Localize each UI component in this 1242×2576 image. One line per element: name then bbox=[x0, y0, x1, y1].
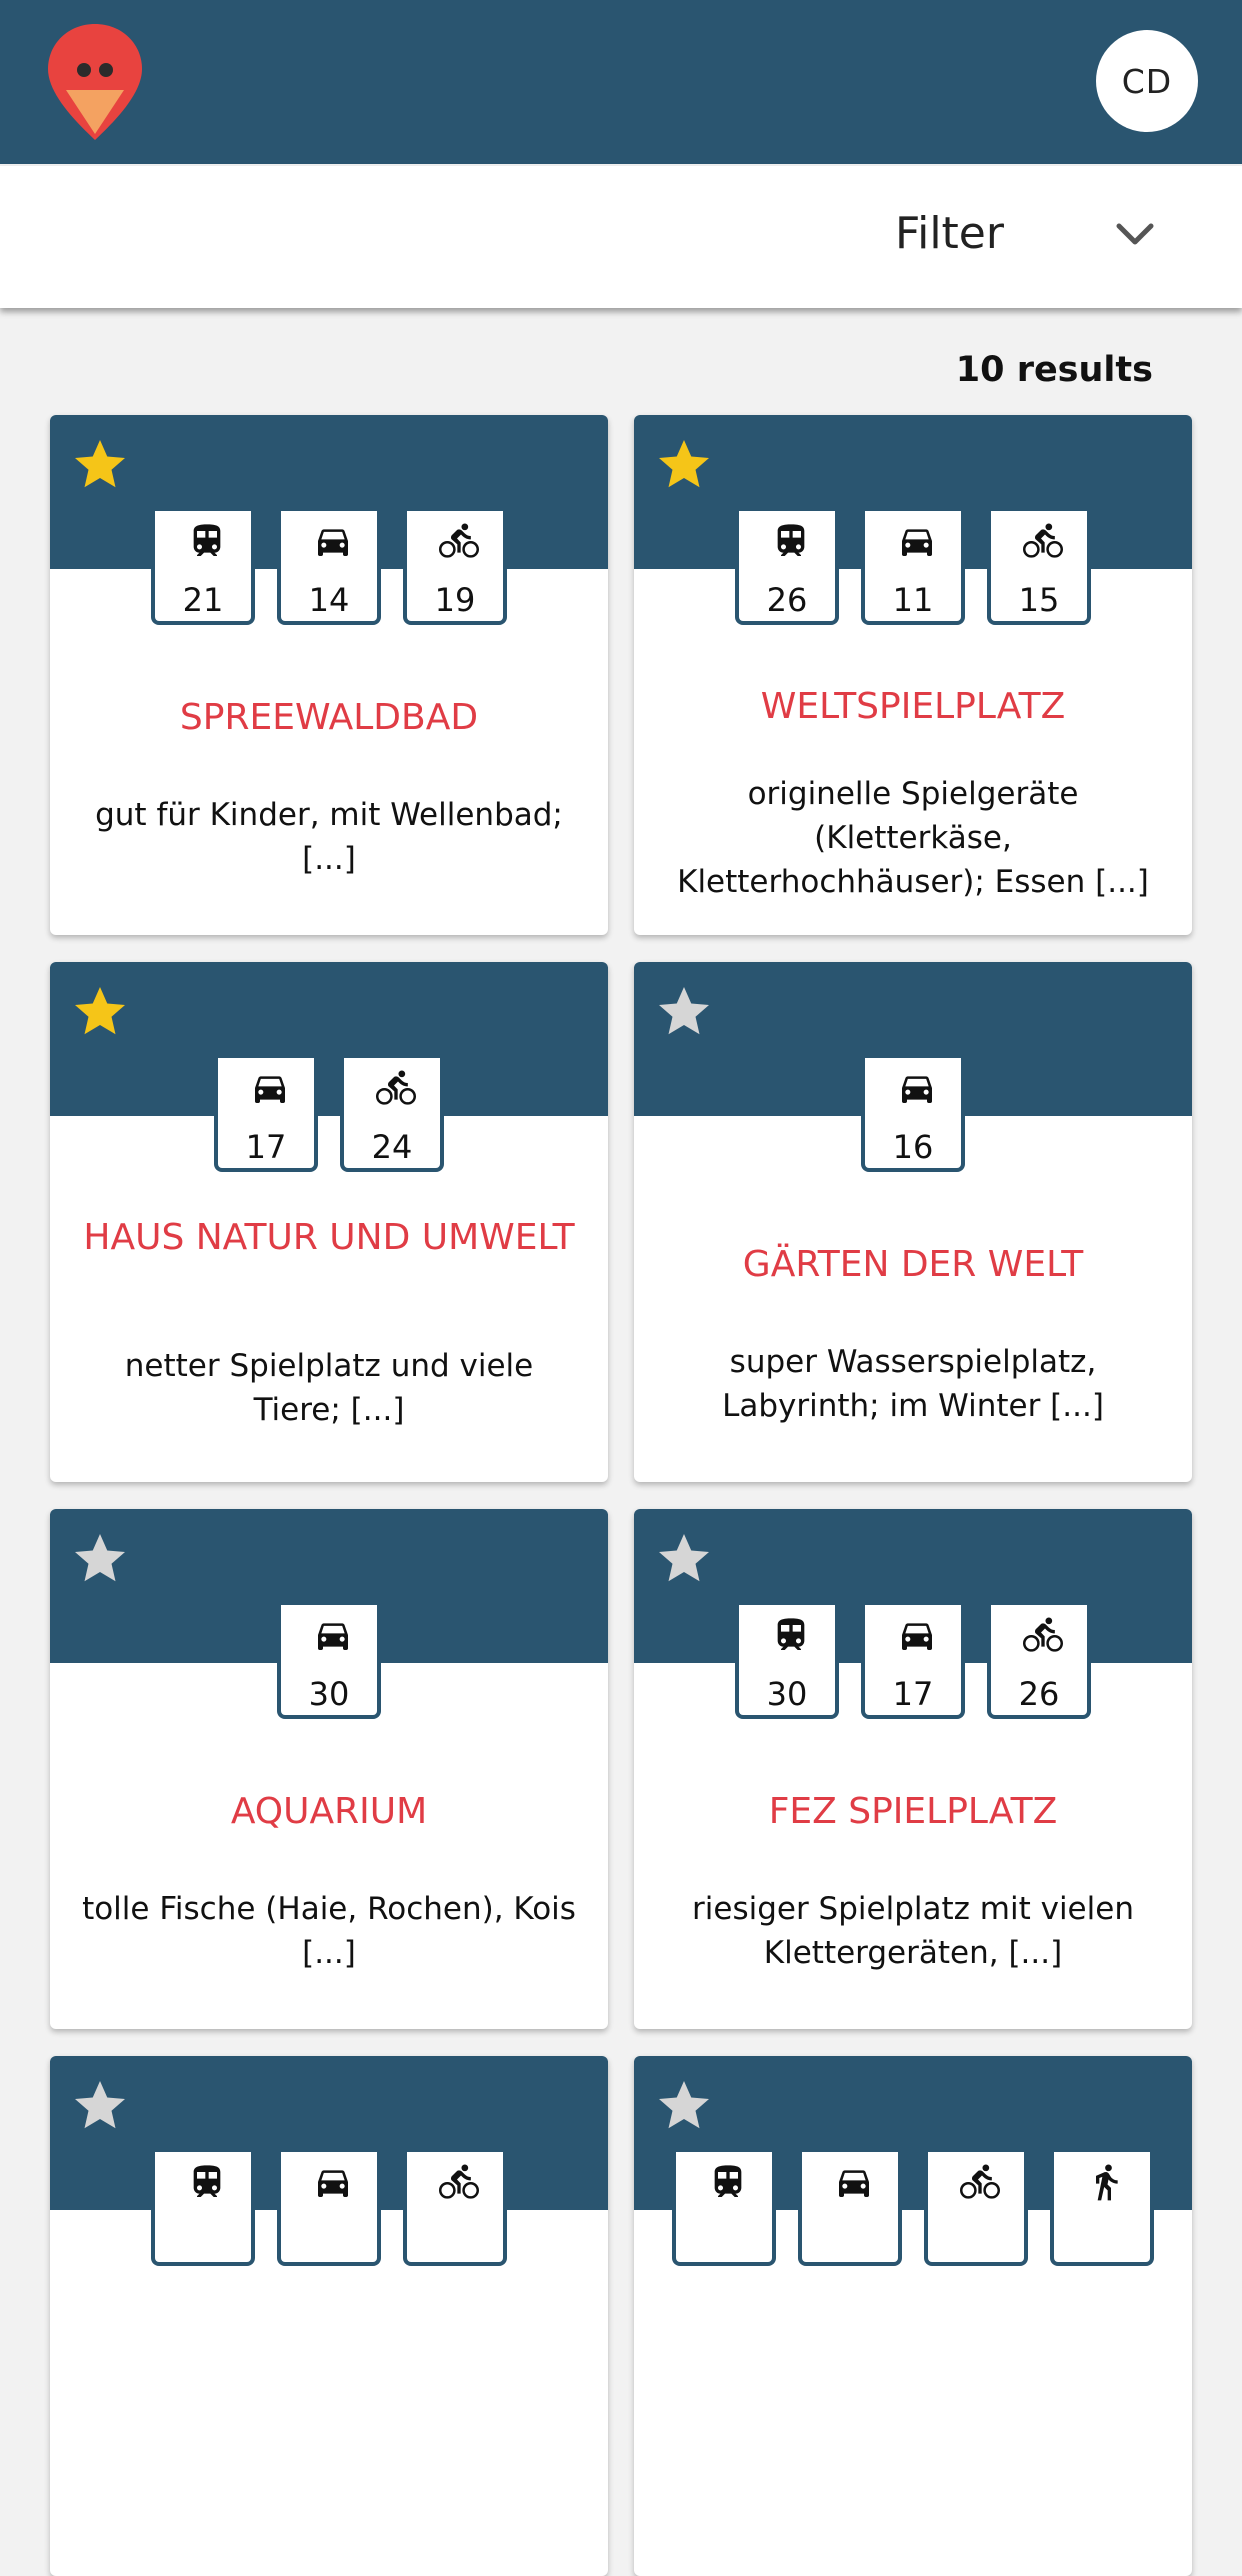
travel-time-value: 19 bbox=[434, 581, 476, 619]
travel-time-box: 14 bbox=[277, 511, 381, 625]
travel-time-box bbox=[672, 2152, 776, 2266]
travel-time-box bbox=[403, 2152, 507, 2266]
favorite-star-icon[interactable] bbox=[70, 1529, 130, 1589]
place-description: tolle Fische (Haie, Rochen), Kois [...] bbox=[82, 1891, 576, 1971]
travel-time-value: 11 bbox=[892, 581, 934, 619]
travel-time-box: 24 bbox=[340, 1058, 444, 1172]
travel-time-box: 30 bbox=[277, 1605, 381, 1719]
travel-time-value: 17 bbox=[892, 1675, 934, 1713]
travel-times: 16 bbox=[634, 1058, 1192, 1172]
place-title[interactable]: WELTSPIELPLATZ bbox=[654, 681, 1172, 733]
favorite-star-icon[interactable] bbox=[70, 2076, 130, 2136]
place-description: super Wasserspielplatz, Labyrinth; im Wi… bbox=[722, 1344, 1104, 1424]
place-card[interactable]: 30 AQUARIUM tolle Fische (Haie, Rochen), K… bbox=[50, 1509, 608, 2029]
place-card[interactable]: 16 GÄRTEN DER WELT super Wasserspielplatz,… bbox=[634, 962, 1192, 1482]
place-description: originelle Spielgeräte (Kletterkäse, Kle… bbox=[677, 776, 1149, 900]
travel-time-value: 26 bbox=[1018, 1675, 1060, 1713]
travel-time-value: 16 bbox=[892, 1128, 934, 1166]
results-count: 10 results bbox=[955, 350, 1153, 390]
travel-time-box: 17 bbox=[214, 1058, 318, 1172]
travel-time-value: 30 bbox=[308, 1675, 350, 1713]
chevron-down-icon[interactable] bbox=[1115, 222, 1155, 248]
place-description: netter Spielplatz und viele Tiere; [...] bbox=[124, 1348, 534, 1428]
travel-time-box: 30 bbox=[735, 1605, 839, 1719]
travel-time-box: 17 bbox=[861, 1605, 965, 1719]
place-title[interactable]: GÄRTEN DER WELT bbox=[654, 1239, 1172, 1291]
filter-bar[interactable]: Filter bbox=[0, 166, 1242, 308]
travel-times: 30 bbox=[50, 1605, 608, 1719]
travel-time-value: 15 bbox=[1018, 581, 1060, 619]
travel-time-box bbox=[277, 2152, 381, 2266]
travel-times: 21 14 19 bbox=[50, 511, 608, 625]
travel-time-value: 17 bbox=[245, 1128, 287, 1166]
travel-times: 26 11 15 bbox=[634, 511, 1192, 625]
travel-time-box: 16 bbox=[861, 1058, 965, 1172]
travel-time-value: 24 bbox=[371, 1128, 413, 1166]
filter-label[interactable]: Filter bbox=[895, 208, 1004, 259]
user-avatar[interactable]: CD bbox=[1096, 30, 1198, 132]
travel-time-value: 26 bbox=[766, 581, 808, 619]
place-title[interactable]: SPREEWALDBAD bbox=[70, 692, 588, 744]
app-header: CD bbox=[0, 0, 1242, 164]
travel-time-box bbox=[151, 2152, 255, 2266]
travel-time-box bbox=[798, 2152, 902, 2266]
place-description: riesiger Spielplatz mit vielen Kletterge… bbox=[692, 1891, 1134, 1971]
travel-time-value: 14 bbox=[308, 581, 350, 619]
travel-time-box bbox=[1050, 2152, 1154, 2266]
app-logo[interactable] bbox=[46, 22, 144, 142]
place-card[interactable]: 30 17 26 FEZ SPIELPLATZ riesiger Spielplatz … bbox=[634, 1509, 1192, 2029]
travel-time-box: 19 bbox=[403, 511, 507, 625]
favorite-star-icon[interactable] bbox=[654, 982, 714, 1042]
travel-times bbox=[50, 2152, 608, 2266]
travel-time-value: 21 bbox=[182, 581, 224, 619]
place-title[interactable]: AQUARIUM bbox=[70, 1786, 588, 1838]
place-card[interactable] bbox=[634, 2056, 1192, 2576]
travel-time-box: 26 bbox=[987, 1605, 1091, 1719]
place-title[interactable]: HAUS NATUR UND UMWELT bbox=[70, 1212, 588, 1264]
travel-time-box bbox=[924, 2152, 1028, 2266]
favorite-star-icon[interactable] bbox=[70, 982, 130, 1042]
travel-time-box: 15 bbox=[987, 511, 1091, 625]
favorite-star-icon[interactable] bbox=[654, 435, 714, 495]
favorite-star-icon[interactable] bbox=[654, 2076, 714, 2136]
travel-time-value: 30 bbox=[766, 1675, 808, 1713]
place-card[interactable]: 17 24 HAUS NATUR UND UMWELT netter Spielpla… bbox=[50, 962, 608, 1482]
place-description: gut für Kinder, mit Wellenbad; [...] bbox=[95, 797, 563, 877]
place-title[interactable]: FEZ SPIELPLATZ bbox=[654, 1786, 1172, 1838]
travel-time-box: 11 bbox=[861, 511, 965, 625]
travel-times bbox=[634, 2152, 1192, 2266]
place-card[interactable] bbox=[50, 2056, 608, 2576]
favorite-star-icon[interactable] bbox=[70, 435, 130, 495]
place-card[interactable]: 26 11 15 WELTSPIELPLATZ originelle Spielgerä… bbox=[634, 415, 1192, 935]
travel-times: 17 24 bbox=[50, 1058, 608, 1172]
place-card[interactable]: 21 14 19 SPREEWALDBAD gut für Kinder, mit We… bbox=[50, 415, 608, 935]
travel-time-box: 21 bbox=[151, 511, 255, 625]
favorite-star-icon[interactable] bbox=[654, 1529, 714, 1589]
travel-times: 30 17 26 bbox=[634, 1605, 1192, 1719]
travel-time-box: 26 bbox=[735, 511, 839, 625]
